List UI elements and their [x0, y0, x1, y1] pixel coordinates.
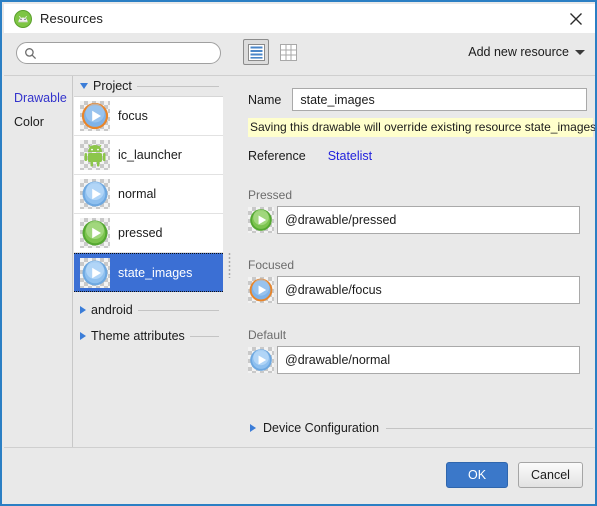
category-item-drawable[interactable]: Drawable: [4, 86, 72, 110]
state-row: [248, 206, 593, 234]
name-row: Name: [248, 88, 588, 111]
tree-group-label: Theme attributes: [91, 329, 185, 343]
play-normal-icon: [80, 179, 110, 209]
chevron-down-icon: [575, 49, 585, 55]
tree-item-state-images[interactable]: state_images: [74, 253, 223, 292]
device-configuration-section[interactable]: Device Configuration: [248, 421, 593, 435]
tree-item-label: pressed: [118, 226, 163, 240]
android-studio-icon: [14, 9, 32, 28]
divider: [137, 309, 219, 311]
tree-group-android[interactable]: android: [74, 300, 223, 320]
tree-item-ic-launcher[interactable]: ic_launcher: [74, 136, 223, 175]
resources-dialog: Resources Add new resource Drawable Colo…: [0, 0, 597, 506]
state-section-pressed: Pressed: [248, 188, 593, 234]
play-focus-icon[interactable]: [248, 277, 274, 303]
tree-item-normal[interactable]: normal: [74, 175, 223, 214]
divider: [386, 427, 593, 429]
category-label: Color: [14, 115, 44, 129]
editor-tabs: Reference Statelist: [248, 149, 372, 163]
play-normal-icon[interactable]: [248, 347, 274, 373]
resource-tree: Project focus ic_launcher normal pressed…: [74, 76, 223, 453]
dialog-body: Drawable Color Project focus ic_launcher…: [4, 76, 595, 453]
name-label: Name: [248, 92, 282, 107]
tab-statelist[interactable]: Statelist: [328, 149, 372, 163]
view-toggle-group: [243, 39, 301, 65]
tree-item-label: ic_launcher: [118, 148, 182, 162]
tree-item-label: normal: [118, 187, 157, 201]
play-pressed-icon: [80, 218, 110, 248]
tree-item-pressed[interactable]: pressed: [74, 214, 223, 253]
title-bar: Resources: [4, 4, 595, 33]
ok-button[interactable]: OK: [446, 462, 508, 488]
play-focus-icon: [80, 101, 110, 131]
chevron-down-icon: [80, 83, 88, 89]
search-box[interactable]: [16, 42, 221, 64]
list-view-icon[interactable]: [243, 39, 269, 65]
device-configuration-label: Device Configuration: [263, 421, 380, 435]
pressed-value-input[interactable]: [277, 206, 580, 234]
cancel-button[interactable]: Cancel: [518, 462, 583, 488]
state-row: [248, 346, 593, 374]
name-input[interactable]: [292, 88, 588, 111]
default-value-input[interactable]: [277, 346, 580, 374]
state-row: [248, 276, 593, 304]
splitter-grip: [228, 251, 231, 278]
state-section-focused: Focused: [248, 258, 593, 304]
tree-item-label: focus: [118, 109, 148, 123]
state-label: Default: [248, 328, 287, 342]
tree-group-label: android: [91, 303, 133, 317]
dialog-footer: OK Cancel: [4, 447, 595, 502]
override-warning: Saving this drawable will override exist…: [248, 118, 595, 137]
toolbar: Add new resource: [4, 33, 595, 76]
resource-editor: Name Saving this drawable will override …: [234, 76, 595, 453]
panel-splitter[interactable]: [225, 76, 234, 453]
divider: [189, 335, 219, 337]
tree-group-label: Project: [93, 79, 132, 93]
focused-value-input[interactable]: [277, 276, 580, 304]
search-input[interactable]: [41, 46, 206, 60]
add-new-resource-label: Add new resource: [468, 45, 569, 59]
state-section-default: Default: [248, 328, 593, 374]
chevron-right-icon: [80, 306, 86, 314]
tree-group-project[interactable]: Project: [74, 76, 223, 96]
category-label: Drawable: [14, 91, 67, 105]
chevron-right-icon: [80, 332, 86, 340]
tree-item-list: focus ic_launcher normal pressed state_i…: [74, 96, 223, 292]
category-list: Drawable Color: [4, 76, 73, 453]
search-icon: [24, 47, 37, 60]
tree-item-focus[interactable]: focus: [74, 97, 223, 136]
divider: [136, 85, 219, 87]
window-title: Resources: [40, 11, 104, 26]
play-normal-icon: [80, 257, 110, 288]
add-new-resource-button[interactable]: Add new resource: [468, 45, 585, 59]
chevron-right-icon: [250, 424, 256, 432]
state-label: Focused: [248, 258, 295, 272]
tab-reference[interactable]: Reference: [248, 149, 306, 163]
tree-item-label: state_images: [118, 265, 193, 280]
state-label: Pressed: [248, 188, 293, 202]
category-item-color[interactable]: Color: [4, 110, 72, 134]
grid-view-icon[interactable]: [275, 39, 301, 65]
close-icon[interactable]: [563, 7, 589, 31]
android-robot-icon: [80, 140, 110, 170]
tree-group-theme-attributes[interactable]: Theme attributes: [74, 326, 223, 346]
play-pressed-icon[interactable]: [248, 207, 274, 233]
